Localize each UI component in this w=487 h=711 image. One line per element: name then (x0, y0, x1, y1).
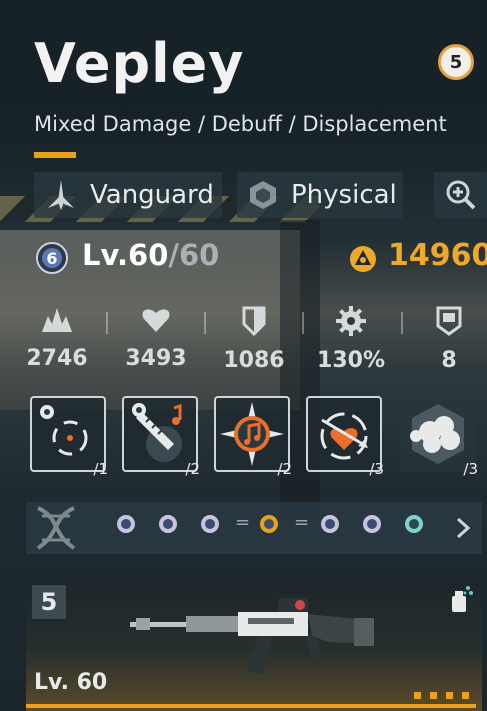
stat-divider (302, 312, 304, 334)
level-max: 60 (179, 238, 220, 272)
stat-cost: 8 (409, 306, 487, 373)
level-display: Lv.60/60 (82, 238, 219, 272)
skill-count: /3 (463, 460, 478, 478)
stat-value: 130% (317, 348, 385, 373)
chevron-right-icon[interactable] (456, 517, 470, 539)
physical-element-icon (250, 181, 276, 209)
weapon-slot-dots (405, 684, 469, 703)
stat-value: 3493 (125, 346, 187, 371)
lane-equals-1: = (235, 512, 251, 533)
skill-count: /2 (277, 460, 292, 478)
stat-divider (106, 312, 108, 334)
currency-icon (350, 246, 376, 272)
neural-node-3[interactable] (201, 515, 219, 533)
crit-gear-icon (336, 306, 366, 336)
neural-node-5[interactable] (363, 515, 381, 533)
svg-text:6: 6 (46, 249, 57, 268)
stat-hp: 3493 (116, 306, 196, 371)
helix-icon (36, 506, 76, 550)
element-label: Physical (291, 180, 397, 210)
character-name: Vepley (34, 32, 245, 95)
skill-count: /2 (185, 460, 200, 478)
skill-slot-4[interactable]: /3 (306, 396, 384, 478)
element-tag[interactable]: Physical (237, 172, 403, 218)
weapon-level: Lv. 60 (34, 670, 108, 695)
character-roles: Mixed Damage / Debuff / Displacement (34, 112, 447, 136)
zoom-in-icon (446, 180, 475, 210)
stat-value: 2746 (26, 346, 88, 371)
class-label: Vanguard (90, 180, 214, 210)
skill-slot-3[interactable]: /2 (214, 396, 292, 478)
vanguard-class-icon (48, 180, 74, 210)
attack-icon (42, 308, 72, 332)
stat-value: 8 (441, 348, 457, 373)
skill-count: /3 (369, 460, 384, 478)
zoom-tag[interactable] (434, 172, 487, 218)
stat-crit: 130% (311, 306, 391, 373)
level-separator: / (168, 238, 179, 272)
weapon-rank: 5 (32, 585, 66, 619)
neural-node-core[interactable] (260, 515, 278, 533)
neural-node-4[interactable] (321, 515, 339, 533)
lane-equals-2: = (294, 512, 310, 533)
rifle-image (130, 598, 374, 674)
currency-amount: 14960 (388, 238, 487, 273)
defense-shield-icon (242, 306, 266, 337)
cost-badge-icon (436, 306, 462, 336)
skill-count: /1 (93, 460, 108, 478)
neural-node-2[interactable] (159, 515, 177, 533)
level-badge-icon: 6 (36, 242, 68, 274)
weapon-level-bar (26, 704, 476, 708)
class-tag[interactable]: Vanguard (34, 172, 222, 218)
neural-node-1[interactable] (117, 515, 135, 533)
hp-heart-icon (142, 309, 170, 332)
level-current: Lv.60 (82, 238, 169, 272)
stat-attack: 2746 (17, 306, 97, 371)
title-underline (34, 152, 76, 158)
stat-defense: 1086 (214, 306, 294, 373)
stat-divider (204, 312, 206, 334)
neural-node-6[interactable] (405, 515, 423, 533)
skill-slot-5[interactable]: /3 (400, 396, 478, 478)
stat-divider (401, 312, 403, 334)
skill-slot-2[interactable]: /2 (122, 396, 200, 478)
rank-badge[interactable]: 5 (438, 44, 474, 80)
spray-icon[interactable] (446, 584, 474, 614)
stat-value: 1086 (223, 348, 285, 373)
skill-slot-1[interactable]: /1 (30, 396, 108, 478)
